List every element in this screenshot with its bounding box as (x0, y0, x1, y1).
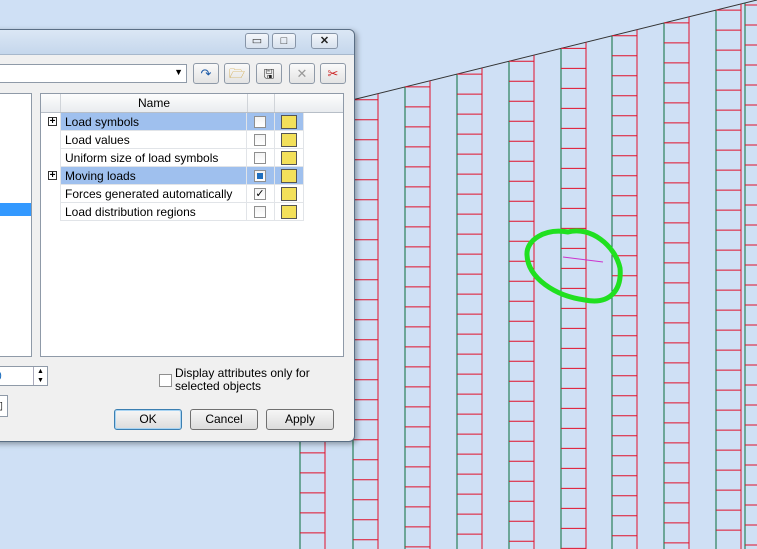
grid-row-icon-cell (274, 167, 304, 185)
grid-row[interactable]: + Load symbols (41, 113, 343, 131)
visibility-checkbox[interactable]: ✓ (254, 188, 266, 200)
expand-icon[interactable]: + (48, 171, 57, 181)
attribute-grid[interactable]: Name + Load symbols Load values Uniform siz… (40, 93, 344, 357)
grid-row-checkbox-cell (246, 131, 274, 149)
grid-row-checkbox-cell (246, 203, 274, 221)
grid-row-icon-cell (274, 149, 304, 167)
grid-row-icon-cell (274, 203, 304, 221)
visibility-checkbox[interactable] (254, 170, 266, 182)
load-symbols-icon (281, 115, 297, 129)
display-attributes-only-label: Display attributes only for selected obj… (175, 366, 310, 393)
maximize-icon[interactable]: □ (272, 33, 296, 49)
import-arrow-icon[interactable]: ↷ (193, 63, 219, 84)
grid-row-icon-cell (274, 131, 304, 149)
spinner-arrows-icon[interactable]: ▲ ▼ (33, 367, 47, 385)
grid-row-checkbox-cell (246, 149, 274, 167)
chevron-down-icon[interactable]: ▼ (174, 67, 183, 77)
grid-row-icon-cell (274, 185, 304, 203)
grid-row[interactable]: Load distribution regions (41, 203, 343, 221)
load-values-icon (281, 133, 297, 147)
grid-row-label: Load symbols (60, 113, 246, 131)
settings-combobox[interactable]: ▼ (0, 64, 187, 83)
grid-row-checkbox-cell (246, 167, 274, 185)
size-spinner[interactable]: 0 ▲▼ (0, 366, 48, 386)
grid-row-label: Uniform size of load symbols (60, 149, 246, 167)
open-folder-icon[interactable]: 🗁 (224, 63, 250, 84)
visibility-checkbox[interactable] (254, 152, 266, 164)
ok-button[interactable]: OK (114, 409, 182, 430)
delete-icon[interactable]: ✕ (289, 63, 315, 84)
grid-row-label: Moving loads (60, 167, 246, 185)
grid-row-label: Load distribution regions (60, 203, 246, 221)
grid-row-icon-cell (274, 113, 304, 131)
save-icon[interactable]: 🖫 (256, 63, 282, 84)
grid-row[interactable]: Uniform size of load symbols (41, 149, 343, 167)
cancel-button[interactable]: Cancel (190, 409, 258, 430)
grid-row[interactable]: Load values (41, 131, 343, 149)
dialog-titlebar[interactable]: ▭ □ ✕ (0, 30, 354, 55)
reset-icon[interactable]: ✂ (320, 63, 346, 84)
grid-row[interactable]: + Moving loads (41, 167, 343, 185)
tree-scroll-button[interactable]: ▯ (0, 395, 8, 417)
spinner-value[interactable]: 0 (0, 369, 2, 383)
tree-selected-item[interactable] (0, 203, 31, 216)
display-properties-dialog: ▭ □ ✕ ▼ ↷ 🗁 🖫 ✕ ✂ ▯ Name +Load symbolsLo… (0, 29, 355, 442)
category-tree[interactable]: ▯ (0, 93, 32, 417)
grid-row[interactable]: Forces generated automatically ✓ (41, 185, 343, 203)
grid-row-label: Forces generated automatically (60, 185, 246, 203)
grid-row-checkbox-cell (246, 113, 274, 131)
close-icon[interactable]: ✕ (311, 33, 338, 49)
grid-row-checkbox-cell: ✓ (246, 185, 274, 203)
minimize-icon[interactable]: ▭ (245, 33, 269, 49)
grid-header: Name (41, 94, 343, 113)
expand-icon[interactable]: + (48, 117, 57, 127)
uniform-size-icon (281, 151, 297, 165)
grid-row-label: Load values (60, 131, 246, 149)
apply-button[interactable]: Apply (266, 409, 334, 430)
column-header-visible[interactable] (246, 94, 275, 112)
display-attributes-only-checkbox[interactable] (159, 374, 172, 387)
visibility-checkbox[interactable] (254, 206, 266, 218)
visibility-checkbox[interactable] (254, 116, 266, 128)
moving-loads-icon (281, 169, 297, 183)
column-header-name[interactable]: Name (60, 94, 248, 112)
visibility-checkbox[interactable] (254, 134, 266, 146)
forces-auto-icon (281, 187, 297, 201)
load-distribution-icon (281, 205, 297, 219)
